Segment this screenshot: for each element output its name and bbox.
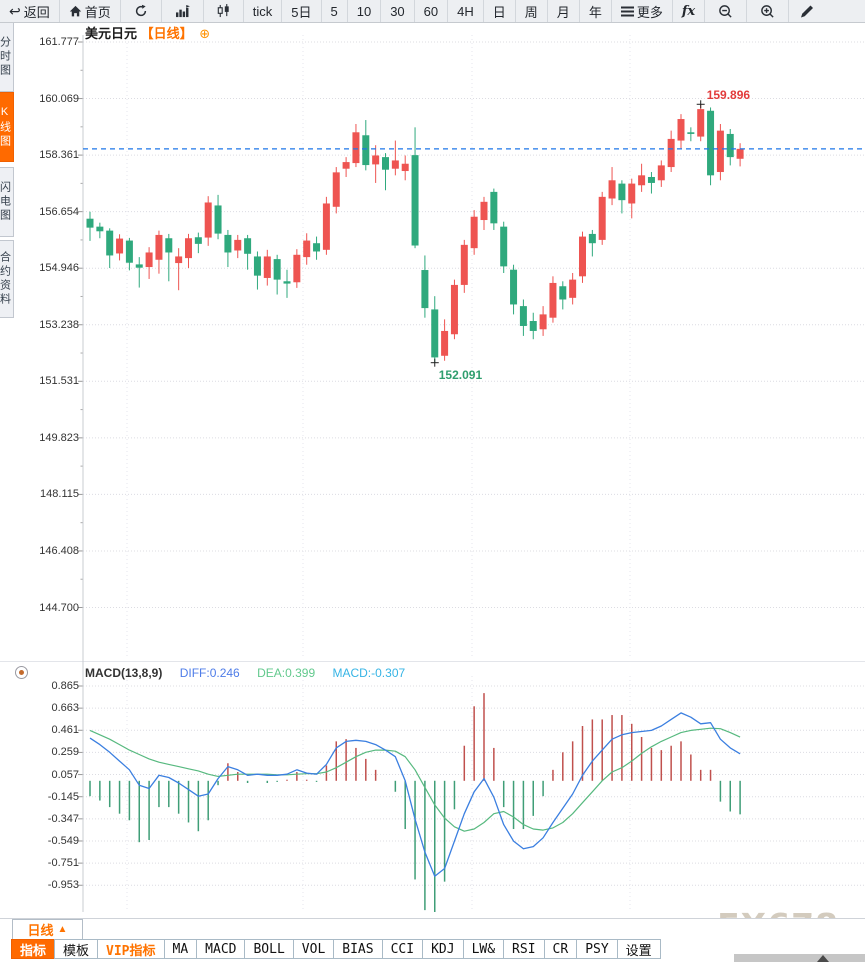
zoom-out-icon: [718, 4, 733, 19]
interval-30min[interactable]: 30: [381, 0, 414, 22]
price-axis-label: 153.238: [33, 319, 79, 331]
period-selector[interactable]: 日线 ▲: [12, 919, 83, 940]
price-axis-label: 151.531: [33, 375, 79, 387]
macd-axis-label: 0.865: [33, 680, 79, 692]
interval-tick[interactable]: tick: [244, 0, 283, 22]
home-icon: [69, 5, 82, 18]
interval-month[interactable]: 月: [548, 0, 580, 22]
back-button[interactable]: ↩ 返回: [0, 0, 60, 22]
draw-button[interactable]: [789, 0, 819, 22]
pen-icon: [799, 4, 815, 19]
tab-boll[interactable]: BOLL: [244, 939, 293, 959]
sidebar-tab-time-chart[interactable]: 分时图: [0, 22, 14, 92]
sidebar-tab-kline-chart[interactable]: K线图: [0, 92, 14, 162]
sidebar-tab-contract-info[interactable]: 合约资料: [0, 240, 14, 318]
macd-header: MACD(13,8,9) DIFF:0.246 DEA:0.399 MACD:-…: [85, 666, 419, 680]
price-axis-label: 154.946: [33, 262, 79, 274]
interval-day[interactable]: 日: [484, 0, 516, 22]
indicator-settings-icon[interactable]: [15, 666, 28, 679]
price-axis-label: 148.115: [33, 488, 79, 500]
refresh-button[interactable]: [121, 0, 162, 22]
macd-axis-label: 0.057: [33, 769, 79, 781]
menu-icon: [621, 6, 634, 17]
macd-axis-label: 0.259: [33, 746, 79, 758]
interval-4h[interactable]: 4H: [448, 0, 484, 22]
tab-bias[interactable]: BIAS: [333, 939, 382, 959]
indicator-tab-bar: 指标 模板 VIP指标 MA MACD BOLL VOL BIAS CCI KD…: [12, 939, 661, 959]
toolbar: ↩ 返回 首页 tick 5日 5 10 30 60: [0, 0, 865, 23]
tab-template[interactable]: 模板: [54, 939, 98, 959]
zoom-out-button[interactable]: [705, 0, 747, 22]
macd-axis-label: -0.347: [33, 813, 79, 825]
horizontal-scrollbar[interactable]: [734, 954, 865, 962]
tab-lw[interactable]: LW&: [463, 939, 504, 959]
price-axis-label: 161.777: [33, 36, 79, 48]
tab-vol[interactable]: VOL: [293, 939, 334, 959]
tab-vip-indicator[interactable]: VIP指标: [97, 939, 164, 959]
tab-indicator[interactable]: 指标: [11, 939, 55, 959]
period-tag: 【日线】: [141, 26, 193, 41]
sidebar-tab-lightning-chart[interactable]: 闪电图: [0, 167, 14, 237]
macd-dea-value: DEA:0.399: [257, 666, 315, 680]
candles-layer: [87, 104, 744, 362]
interval-5min[interactable]: 5: [322, 0, 348, 22]
refresh-icon: [134, 4, 148, 18]
tab-cci[interactable]: CCI: [382, 939, 423, 959]
more-label: 更多: [637, 2, 663, 21]
home-label: 首页: [85, 2, 111, 21]
interval-week[interactable]: 周: [516, 0, 548, 22]
interval-60min[interactable]: 60: [415, 0, 448, 22]
macd-axis-label: 0.461: [33, 724, 79, 736]
tab-ma[interactable]: MA: [164, 939, 198, 959]
pane-divider: [0, 661, 865, 662]
chart-title: 美元日元 【日线】 ⊕: [85, 23, 210, 42]
tab-macd[interactable]: MACD: [196, 939, 245, 959]
price-axis-label: 160.069: [33, 93, 79, 105]
interval-10min[interactable]: 10: [348, 0, 381, 22]
scroll-arrow-icon[interactable]: [817, 955, 829, 962]
high-price-label: 159.896: [707, 88, 750, 102]
candlestick-icon: [217, 4, 230, 18]
home-button[interactable]: 首页: [60, 0, 121, 22]
plus-circle-icon[interactable]: ⊕: [199, 26, 210, 41]
bar-chart-icon: [175, 5, 190, 18]
price-axis-label: 144.700: [33, 602, 79, 614]
price-axis-label: 149.823: [33, 432, 79, 444]
price-chart-canvas[interactable]: [0, 0, 865, 962]
bar-chart-button[interactable]: [162, 0, 204, 22]
symbol-name: 美元日元: [85, 26, 137, 41]
interval-year[interactable]: 年: [580, 0, 612, 22]
macd-name[interactable]: MACD(13,8,9): [85, 666, 162, 680]
price-axis-label: 156.654: [33, 206, 79, 218]
x-axis-row: [0, 918, 865, 940]
macd-axis-label: -0.145: [33, 791, 79, 803]
macd-axis-label: -0.953: [33, 879, 79, 891]
price-axis-label: 146.408: [33, 545, 79, 557]
macd-axis-label: -0.549: [33, 835, 79, 847]
macd-diff-value: DIFF:0.246: [180, 666, 240, 680]
chart-app: ↩ 返回 首页 tick 5日 5 10 30 60: [0, 0, 865, 962]
more-button[interactable]: 更多: [612, 0, 673, 22]
zoom-in-icon: [760, 4, 775, 19]
tab-settings[interactable]: 设置: [617, 939, 661, 959]
formula-button[interactable]: fx: [673, 0, 705, 22]
interval-5day[interactable]: 5日: [282, 0, 321, 22]
zoom-in-button[interactable]: [747, 0, 789, 22]
tab-kdj[interactable]: KDJ: [422, 939, 463, 959]
macd-axis-label: 0.663: [33, 702, 79, 714]
tab-psy[interactable]: PSY: [576, 939, 617, 959]
period-label: 日线: [28, 920, 54, 939]
tab-cr[interactable]: CR: [544, 939, 578, 959]
back-label: 返回: [24, 2, 50, 21]
tab-rsi[interactable]: RSI: [503, 939, 544, 959]
macd-axis-label: -0.751: [33, 857, 79, 869]
macd-layer: [90, 693, 740, 923]
back-icon: ↩: [9, 3, 21, 20]
candlestick-view-button[interactable]: [204, 0, 244, 22]
fx-icon: fx: [682, 4, 695, 19]
price-axis-label: 158.361: [33, 149, 79, 161]
low-price-label: 152.091: [439, 368, 482, 382]
chevron-up-icon: ▲: [58, 924, 68, 935]
macd-macd-value: MACD:-0.307: [332, 666, 405, 680]
